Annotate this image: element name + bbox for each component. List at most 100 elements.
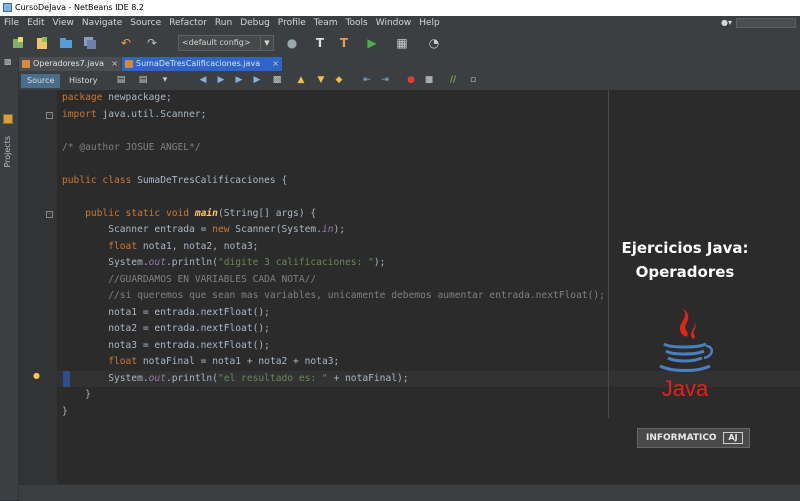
code-line: //GUARDAMOS EN VARIABLES CADA NOTA//	[62, 272, 316, 289]
close-icon[interactable]: ×	[272, 57, 279, 71]
menu-source[interactable]: Source	[126, 16, 165, 30]
tab-sumadetrescalificaciones[interactable]: SumaDeTresCalificaciones.java ×	[122, 57, 282, 71]
code-token: float	[108, 356, 138, 367]
code-token: nota1 = entrada.nextFloat();	[62, 306, 270, 318]
code-line: /* @author JOSUE ANGEL*/	[62, 140, 201, 157]
history-view-button[interactable]: History	[63, 74, 103, 88]
left-tool-strip: Projects	[0, 56, 19, 500]
menu-run[interactable]: Run	[211, 16, 236, 30]
code-token: java.util.Scanner;	[96, 108, 207, 120]
java-file-icon	[22, 60, 30, 68]
code-token: + notaFinal);	[327, 372, 409, 384]
stop-macro-icon[interactable]: ■	[423, 74, 435, 86]
tab-operadores7[interactable]: Operadores7.java ×	[19, 57, 121, 71]
menu-view[interactable]: View	[49, 16, 78, 30]
menu-team[interactable]: Team	[310, 16, 342, 30]
new-project-icon[interactable]	[10, 35, 26, 51]
configuration-select[interactable]: <default config> ▼	[178, 35, 274, 51]
start-macro-icon[interactable]: ●	[405, 74, 417, 86]
code-token: nota2 = entrada.nextFloat();	[62, 323, 270, 334]
toggle-highlight-icon[interactable]: ▶	[251, 74, 263, 86]
code-token: "digite 3 calificaciones: "	[217, 257, 374, 268]
hammer-icon[interactable]: T	[312, 35, 328, 51]
menu-debug[interactable]: Debug	[236, 16, 274, 30]
overlay-title: Ejercicios Java: Operadores	[610, 236, 760, 284]
code-line: //si queremos que sean mas variables, un…	[62, 288, 605, 305]
right-margin-guide	[608, 90, 609, 418]
menu-help[interactable]: Help	[415, 16, 444, 30]
uncomment-icon[interactable]: ▫	[467, 74, 479, 86]
menu-file[interactable]: File	[0, 16, 23, 30]
fold-toggle-icon[interactable]: -	[46, 210, 53, 218]
last-edit-icon[interactable]: ▤	[115, 74, 127, 86]
menu-tools[interactable]: Tools	[342, 16, 372, 30]
code-line: System.out.println("digite 3 calificacio…	[62, 255, 385, 272]
profile-icon[interactable]: ◔	[426, 35, 442, 51]
shift-right-icon[interactable]: ⇥	[379, 74, 391, 86]
menu-refactor[interactable]: Refactor	[165, 16, 211, 30]
projects-icon[interactable]	[3, 114, 13, 124]
code-line: float nota1, nota2, nota3;	[62, 239, 258, 256]
java-logo-icon: Java	[659, 308, 713, 401]
badge-text: INFORMATICO	[646, 433, 717, 443]
line-number-gutter: 1 2- 3 4 5 6 7 8- 9 10 11 12 13 14 15 16…	[19, 90, 746, 484]
open-project-icon[interactable]	[58, 35, 74, 51]
code-token: public static void	[85, 207, 190, 219]
clean-build-icon[interactable]: T	[336, 35, 352, 51]
java-wordmark: Java	[662, 376, 709, 401]
code-line: public class SumaDeTresCalificaciones {	[62, 173, 287, 190]
code-line: float notaFinal = nota1 + nota2 + nota3;	[62, 354, 339, 371]
code-line: nota1 = entrada.nextFloat();	[62, 305, 270, 322]
run-icon[interactable]: ▶	[364, 35, 380, 51]
code-line: }	[62, 404, 68, 421]
debug-icon[interactable]: ▦	[394, 35, 410, 51]
code-token: nota3 = entrada.nextFloat();	[62, 339, 270, 351]
source-view-button[interactable]: Source	[21, 74, 61, 88]
code-token: Scanner entrada =	[62, 224, 213, 235]
find-previous-icon[interactable]: ◀	[197, 74, 209, 86]
projects-panel-toggle[interactable]: Projects	[3, 136, 15, 168]
globe-icon[interactable]: ●	[284, 35, 300, 51]
code-token: notaFinal = nota1 + nota2 + nota3;	[137, 356, 340, 367]
toggle-rect-select-icon[interactable]: ▩	[271, 74, 283, 86]
back-icon[interactable]: ▤	[137, 74, 149, 86]
find-selection-icon[interactable]: ▶	[233, 74, 245, 86]
menu-edit[interactable]: Edit	[23, 16, 48, 30]
fold-toggle-icon[interactable]: -	[46, 111, 53, 119]
lightbulb-icon[interactable]: ●	[33, 371, 41, 380]
configuration-value: <default config>	[182, 38, 251, 47]
informatico-badge: INFORMATICO AJ	[637, 428, 750, 448]
code-line: import java.util.Scanner;	[62, 107, 206, 124]
code-token: public class	[62, 174, 132, 186]
code-token: System.	[62, 257, 149, 268]
new-file-icon[interactable]	[34, 35, 50, 51]
code-line: Scanner entrada = new Scanner(System.in)…	[62, 222, 345, 239]
comment-icon[interactable]: //	[447, 74, 459, 86]
code-token: out	[148, 372, 166, 384]
code-editor[interactable]: package newpackage; import java.util.Sca…	[57, 90, 800, 484]
find-next-icon[interactable]: ▶	[215, 74, 227, 86]
forward-icon[interactable]: ▾	[159, 74, 171, 86]
tab-list-icon[interactable]: ▩	[4, 57, 12, 66]
menu-window[interactable]: Window	[372, 16, 416, 30]
redo-icon[interactable]: ↷	[144, 35, 160, 51]
previous-bookmark-icon[interactable]: ▲	[295, 74, 307, 86]
close-icon[interactable]: ×	[111, 57, 118, 71]
code-token: "el resultado es: "	[217, 372, 328, 384]
code-token: import	[62, 108, 97, 120]
undo-icon[interactable]: ↶	[118, 35, 134, 51]
save-all-icon[interactable]	[82, 35, 98, 51]
badge-mark: AJ	[723, 432, 743, 444]
menu-profile[interactable]: Profile	[274, 16, 310, 30]
toggle-bookmark-icon[interactable]: ◆	[333, 74, 345, 86]
search-icon: ●▾	[721, 18, 732, 27]
search-input[interactable]	[736, 18, 796, 28]
next-bookmark-icon[interactable]: ▼	[315, 74, 327, 86]
shift-left-icon[interactable]: ⇤	[361, 74, 373, 86]
menu-navigate[interactable]: Navigate	[78, 16, 126, 30]
menu-bar: File Edit View Navigate Source Refactor Run Deb…	[0, 16, 800, 30]
quick-search[interactable]: ●▾	[721, 16, 796, 30]
code-token: );	[333, 224, 346, 235]
